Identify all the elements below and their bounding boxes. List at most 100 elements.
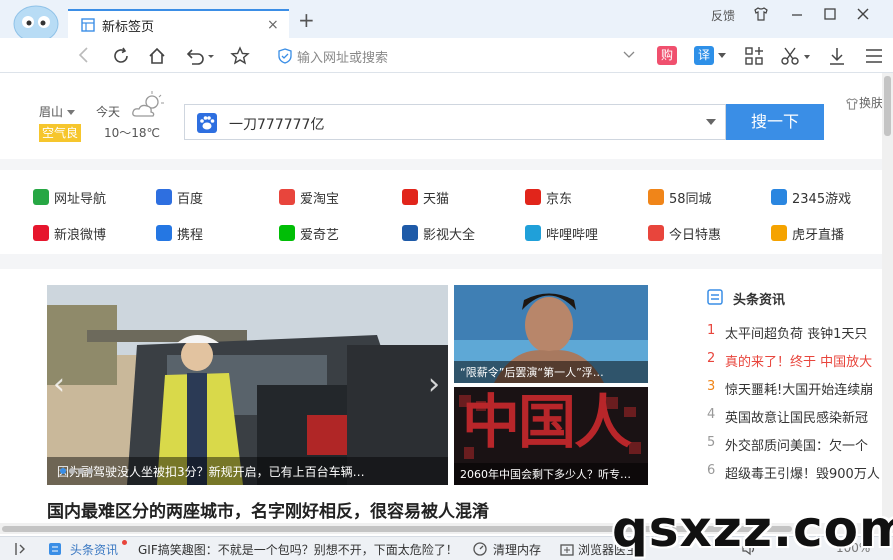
news-item-title: 惊天噩耗!大国开始连续崩 bbox=[725, 383, 874, 398]
vertical-scrollbar[interactable] bbox=[882, 73, 893, 533]
watermark-text: qsxzz.com bbox=[612, 500, 893, 558]
section-divider bbox=[0, 254, 882, 269]
news-item-title: 外交部质问美国：欠一个 bbox=[725, 439, 869, 454]
nav-link-label: 虎牙直播 bbox=[792, 228, 845, 243]
news-item-rank: 5 bbox=[707, 435, 716, 450]
film-icon bbox=[402, 225, 418, 241]
globe-icon bbox=[33, 189, 49, 205]
news-item-rank: 4 bbox=[707, 407, 716, 422]
game-icon bbox=[771, 189, 787, 205]
browser-doctor-icon bbox=[560, 542, 574, 556]
news-status-icon bbox=[48, 542, 62, 556]
side-news-1-caption-bar: “限薪令”后罢演“第一人”浮… bbox=[454, 361, 648, 383]
hero-caption-bar: 因为副驾驶没人坐被扣3分？新规开启，已有上百台车辆… bbox=[47, 457, 448, 485]
ctrip-icon bbox=[156, 225, 172, 241]
search-dropdown-icon[interactable] bbox=[706, 119, 716, 126]
weather-city[interactable]: 眉山 bbox=[39, 103, 75, 120]
side-news-1[interactable]: “限薪令”后罢演“第一人”浮… bbox=[454, 285, 648, 383]
weather-day: 今天 bbox=[96, 105, 121, 119]
scissors-screenshot-icon[interactable] bbox=[780, 46, 810, 66]
58-icon bbox=[648, 189, 664, 205]
address-input[interactable]: 输入网址或搜索 bbox=[297, 47, 388, 66]
news-item-rank: 1 bbox=[707, 323, 716, 338]
new-tab-button[interactable]: + bbox=[298, 10, 315, 30]
skin-shirt-icon[interactable] bbox=[753, 6, 769, 22]
weather-temperature: 10～18℃ bbox=[104, 126, 161, 140]
nav-link-label: 天猫 bbox=[423, 192, 450, 207]
news-section-title: 头条资讯 bbox=[733, 293, 786, 308]
nav-link-label: 新浪微博 bbox=[54, 228, 107, 243]
taobao-icon bbox=[279, 189, 295, 205]
close-window-button[interactable] bbox=[855, 6, 871, 22]
clean-memory-icon bbox=[473, 542, 487, 556]
nav-link-label: 网址导航 bbox=[54, 192, 107, 207]
news-item-rank: 2 bbox=[707, 351, 716, 366]
sale-icon bbox=[648, 225, 664, 241]
toolbar: 输入网址或搜索 购 译 bbox=[0, 38, 893, 73]
side-news-2[interactable]: 中国人 2060年中国会剩下多少人？听专… bbox=[454, 387, 648, 485]
back-icon[interactable] bbox=[76, 46, 92, 64]
hero-news-image[interactable]: ‹ › 因为副驾驶没人坐被扣3分？新规开启，已有上百台车辆… bbox=[47, 285, 448, 485]
carousel-dots[interactable] bbox=[57, 463, 440, 475]
news-item-title: 真的来了！终于 中国放大 bbox=[725, 355, 873, 370]
news-item-rank: 6 bbox=[707, 463, 716, 478]
chevron-down-icon[interactable] bbox=[623, 50, 635, 60]
undo-icon[interactable] bbox=[184, 46, 214, 66]
translate-button[interactable]: 译 bbox=[694, 46, 714, 65]
news-item-title: 超级毒王引爆！毁900万人 bbox=[725, 467, 880, 482]
clean-memory-button[interactable]: 清理内存 bbox=[493, 541, 541, 558]
change-skin-link[interactable]: 换肤 bbox=[845, 94, 883, 111]
tmall-icon bbox=[402, 189, 418, 205]
baidu-paw-icon bbox=[197, 113, 217, 133]
carousel-prev-icon[interactable]: ‹ bbox=[53, 370, 65, 400]
side-news-1-caption[interactable]: “限薪令”后罢演“第一人”浮… bbox=[460, 364, 604, 380]
bilibili-icon bbox=[525, 225, 541, 241]
search-input[interactable]: 一刀777777亿 bbox=[229, 114, 324, 134]
search-box[interactable]: 一刀777777亿 bbox=[184, 104, 726, 140]
maximize-button[interactable] bbox=[822, 6, 838, 22]
tab-title: 新标签页 bbox=[102, 20, 155, 35]
status-gif-link[interactable]: GIF搞笑趣图：不就是一个包吗？别想不开，下面太危险了！ bbox=[138, 541, 458, 558]
notification-dot bbox=[122, 540, 127, 545]
nav-link-label: 爱淘宝 bbox=[300, 192, 340, 207]
sidebar-toggle-icon[interactable] bbox=[14, 542, 28, 556]
feedback-link[interactable]: 反馈 bbox=[711, 7, 735, 24]
nav-link-label: 2345游戏 bbox=[792, 192, 852, 207]
iqiyi-icon bbox=[279, 225, 295, 241]
nav-link-label: 百度 bbox=[177, 192, 204, 207]
news-item-title: 太平间超负荷 丧钟1天只 bbox=[725, 327, 868, 342]
translate-dropdown-icon[interactable] bbox=[718, 53, 726, 59]
favorite-star-icon[interactable] bbox=[230, 46, 250, 66]
vertical-scroll-thumb[interactable] bbox=[884, 76, 891, 136]
search-button[interactable]: 搜一下 bbox=[726, 104, 824, 140]
carousel-next-icon[interactable]: › bbox=[428, 370, 440, 400]
minimize-button[interactable] bbox=[789, 6, 805, 22]
cloud-sun-icon bbox=[130, 90, 166, 120]
news-item-title: 英国故意让国民感染新冠 bbox=[725, 411, 869, 426]
side-news-2-caption[interactable]: 2060年中国会剩下多少人？听专… bbox=[460, 466, 631, 482]
tab-page-icon bbox=[81, 18, 95, 32]
jd-icon bbox=[525, 189, 541, 205]
tab-close-icon[interactable]: × bbox=[267, 17, 279, 33]
refresh-icon[interactable] bbox=[111, 46, 131, 66]
address-bar[interactable]: 输入网址或搜索 bbox=[269, 43, 643, 68]
apps-grid-icon[interactable] bbox=[744, 46, 764, 66]
headline-link[interactable]: 国内最难区分的两座城市，名字刚好相反，很容易被人混淆 bbox=[47, 497, 489, 522]
title-bar: 新标签页 × + 反馈 bbox=[0, 0, 893, 38]
air-quality-badge: 空气良 bbox=[39, 124, 81, 142]
status-news-link[interactable]: 头条资讯 bbox=[70, 541, 118, 558]
nav-link-label: 影视大全 bbox=[423, 228, 476, 243]
download-icon[interactable] bbox=[827, 46, 847, 66]
side-news-2-big-text: 中国人 bbox=[462, 388, 632, 456]
nav-link-label: 今日特惠 bbox=[669, 228, 722, 243]
tab-new-tab[interactable]: 新标签页 × bbox=[68, 9, 289, 38]
nav-link-label: 携程 bbox=[177, 228, 204, 243]
shield-icon bbox=[278, 48, 292, 64]
nav-link-label: 58同城 bbox=[669, 192, 712, 207]
home-icon[interactable] bbox=[147, 46, 167, 66]
section-divider bbox=[0, 159, 882, 170]
huya-icon bbox=[771, 225, 787, 241]
menu-icon[interactable] bbox=[864, 46, 884, 66]
shopping-button[interactable]: 购 bbox=[657, 46, 677, 65]
side-news-2-caption-bar: 2060年中国会剩下多少人？听专… bbox=[454, 463, 648, 485]
